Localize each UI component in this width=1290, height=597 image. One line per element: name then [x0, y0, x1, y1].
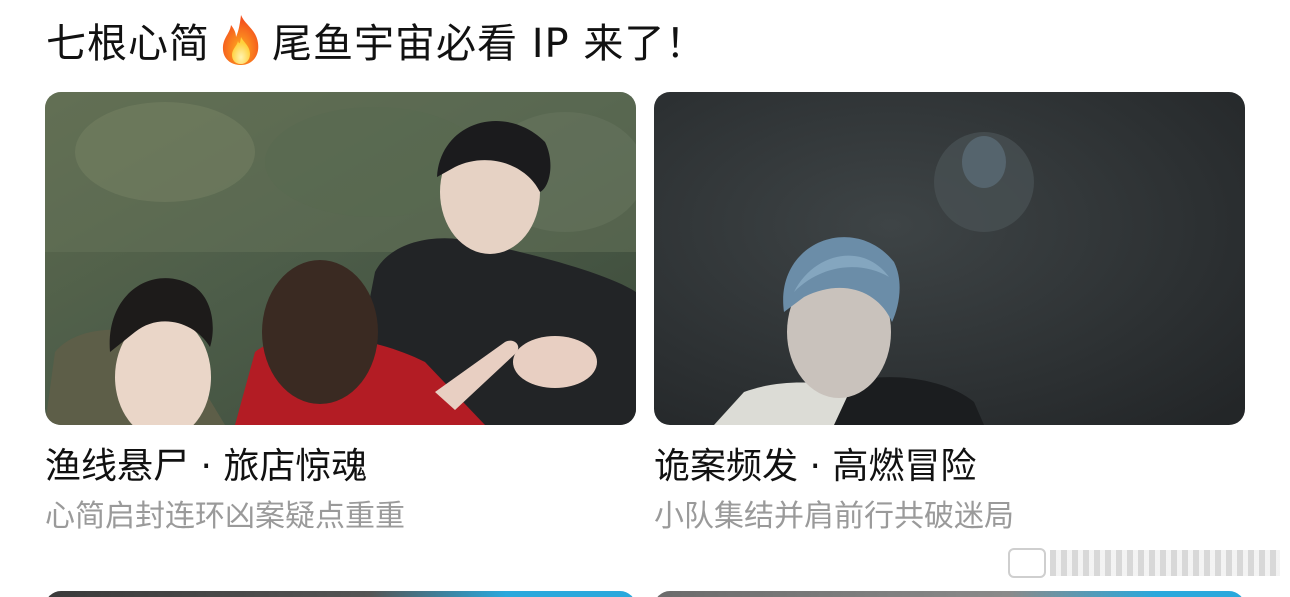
card-subtitle: 心简启封连环凶案疑点重重 [45, 499, 405, 534]
video-card[interactable]: 诡案频发 · 高燃冒险 小队集结并肩前行共破迷局 [654, 92, 1245, 537]
video-thumbnail[interactable] [45, 591, 636, 597]
watermark-logo-icon [1008, 548, 1046, 578]
fire-icon [222, 15, 259, 65]
card-title[interactable]: 渔线悬尸 · 旅店惊魂 [45, 445, 636, 489]
section-header: 七根心简 尾鱼宇宙必看 IP 来了！ [46, 10, 706, 70]
next-row-thumbnails [45, 591, 1245, 597]
video-thumbnail[interactable] [45, 92, 636, 425]
header-title-part2: 尾鱼宇宙必看 IP 来了！ [272, 21, 707, 67]
card-title[interactable]: 诡案频发 · 高燃冒险 [654, 445, 1245, 489]
thumbnail-image [654, 92, 1245, 425]
card-subtitle: 小队集结并肩前行共破迷局 [654, 499, 1014, 534]
thumbnail-image [45, 92, 636, 425]
video-thumbnail[interactable] [654, 92, 1245, 425]
watermark-barcode-icon [1050, 550, 1280, 576]
video-card[interactable]: 渔线悬尸 · 旅店惊魂 心简启封连环凶案疑点重重 [45, 92, 636, 537]
page: 七根心简 尾鱼宇宙必看 IP 来了！ 渔线悬尸 · 旅店惊魂 心简启封连环凶案疑… [0, 0, 1290, 597]
video-thumbnail[interactable] [654, 591, 1245, 597]
watermark [1008, 548, 1280, 578]
header-title-part1: 七根心简 [46, 21, 210, 67]
